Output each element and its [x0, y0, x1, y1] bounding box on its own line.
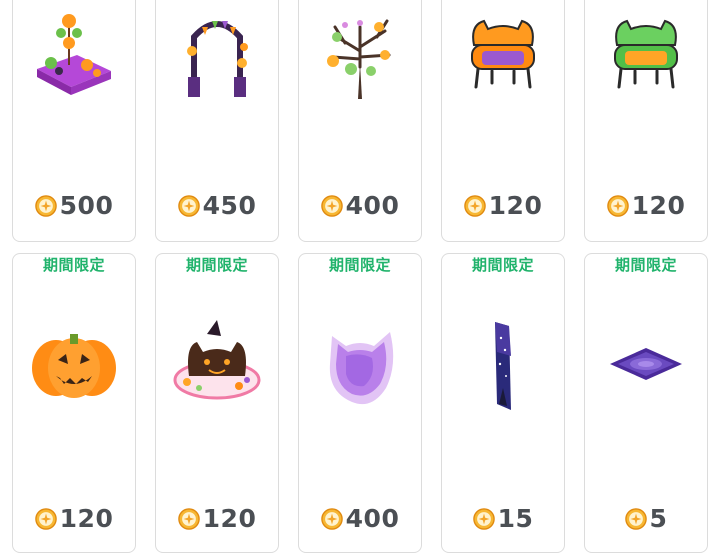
lantern-arch-image [187, 21, 248, 97]
ghost-cat-image [329, 332, 394, 405]
price-label: 120 [156, 504, 278, 533]
price-label: 5 [585, 504, 707, 533]
shop-item-card[interactable]: 期間限定 15 [441, 253, 565, 553]
coin-icon [625, 508, 647, 530]
jack-o-lantern-image [32, 334, 116, 398]
coin-icon [35, 195, 57, 217]
coin-icon [464, 195, 486, 217]
price-amount: 400 [345, 191, 400, 220]
price-amount: 5 [649, 504, 668, 533]
price-label: 120 [442, 191, 564, 220]
limited-time-badge: 期間限定 [328, 256, 391, 274]
price-label: 15 [442, 504, 564, 533]
coin-icon [473, 508, 495, 530]
price-label: 400 [299, 191, 421, 220]
shop-item-card[interactable]: 450 [155, 0, 279, 242]
coin-icon [321, 508, 343, 530]
party-table-image [37, 14, 111, 95]
price-amount: 400 [345, 504, 400, 533]
pumpkin-tree-image [327, 19, 391, 99]
coin-icon [35, 508, 57, 530]
price-amount: 120 [488, 191, 543, 220]
price-amount: 450 [202, 191, 257, 220]
price-label: 500 [13, 191, 135, 220]
floor-tile-image [610, 348, 682, 380]
shop-item-card[interactable]: 120 [584, 0, 708, 242]
price-label: 120 [585, 191, 707, 220]
orange-sofa-image [471, 19, 535, 89]
price-amount: 120 [631, 191, 686, 220]
price-amount: 120 [202, 504, 257, 533]
shop-item-card[interactable]: 期間限定 5 [584, 253, 708, 553]
shop-item-card[interactable]: 400 [298, 0, 422, 242]
shop-item-card[interactable]: 期間限定 120 [155, 253, 279, 553]
price-amount: 500 [59, 191, 114, 220]
price-label: 400 [299, 504, 421, 533]
limited-time-badge: 期間限定 [42, 256, 105, 274]
cat-cake-image [173, 320, 261, 400]
price-label: 450 [156, 191, 278, 220]
limited-time-badge: 期間限定 [614, 256, 677, 274]
coin-icon [607, 195, 629, 217]
green-sofa-image [614, 19, 678, 89]
price-label: 120 [13, 504, 135, 533]
coin-icon [178, 508, 200, 530]
coin-icon [178, 195, 200, 217]
shop-item-card[interactable]: 500 [12, 0, 136, 242]
shop-item-card[interactable]: 120 [441, 0, 565, 242]
limited-time-badge: 期間限定 [471, 256, 534, 274]
price-amount: 15 [497, 504, 534, 533]
wall-panel-image [495, 322, 511, 410]
coin-icon [321, 195, 343, 217]
limited-time-badge: 期間限定 [185, 256, 248, 274]
price-amount: 120 [59, 504, 114, 533]
shop-item-card[interactable]: 期間限定 400 [298, 253, 422, 553]
shop-item-card[interactable]: 期間限定 120 [12, 253, 136, 553]
